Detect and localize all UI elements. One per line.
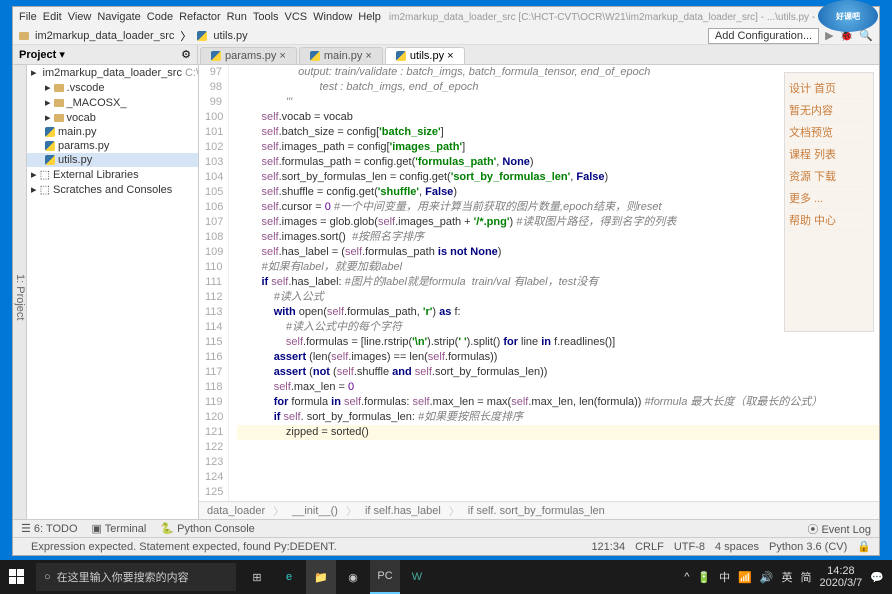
menu-window[interactable]: Window [313, 11, 352, 23]
chrome-icon[interactable]: ◉ [338, 560, 368, 594]
explorer-icon[interactable]: 📁 [306, 560, 336, 594]
interpreter[interactable]: Python 3.6 (CV) [769, 541, 847, 553]
line-sep[interactable]: CRLF [635, 541, 664, 553]
encoding[interactable]: UTF-8 [674, 541, 705, 553]
ide-window: File Edit View Navigate Code Refactor Run Tools… [12, 6, 880, 556]
lock-icon: 🔒 [857, 540, 871, 553]
project-dropdown[interactable]: Project ▾ [19, 48, 65, 61]
python-console-tool[interactable]: 🐍 Python Console [160, 522, 254, 535]
task-view-icon[interactable]: ⊞ [242, 560, 272, 594]
bottom-toolbar: ☰ 6: TODO ▣ Terminal 🐍 Python Console ⦿ … [13, 519, 879, 537]
tree-im2markup_data_loader_src[interactable]: ▸ im2markup_data_loader_src C:\HC [27, 65, 198, 80]
folder-icon [19, 32, 29, 40]
editor[interactable]: 9798991001011021031041051061071081091101… [199, 65, 879, 519]
gutter: 9798991001011021031041051061071081091101… [199, 65, 229, 501]
tree-utils-py[interactable]: utils.py [27, 153, 198, 167]
tab-params-py[interactable]: params.py × [200, 47, 297, 64]
menu-help[interactable]: Help [358, 11, 381, 23]
tool-project[interactable]: 1: Project [14, 274, 26, 320]
menu-view[interactable]: View [68, 11, 92, 23]
tray-up-icon[interactable]: ^ [684, 571, 689, 583]
window-title: im2markup_data_loader_src [C:\HCT-CVT\OC… [389, 12, 873, 23]
menu-code[interactable]: Code [147, 11, 173, 23]
breadcrumb-dir[interactable]: im2markup_data_loader_src [35, 30, 174, 42]
search-icon[interactable]: 🔍 [859, 29, 873, 42]
run-icon[interactable]: ▶ [825, 29, 833, 42]
tree-External-Libraries[interactable]: ▸ ⬚ External Libraries [27, 167, 198, 182]
caret-pos[interactable]: 121:34 [591, 541, 625, 553]
todo-tool[interactable]: ☰ 6: TODO [21, 522, 78, 535]
side-panel-overlay: 设计 首页暂无内容文档预览课程 列表资源 下载更多 ...帮助 中心 [784, 72, 874, 332]
clock[interactable]: 14:282020/3/7 [819, 565, 862, 589]
nav-crumb[interactable]: __init__() [292, 505, 338, 517]
tree-vocab[interactable]: ▸ vocab [27, 110, 198, 125]
menu-vcs[interactable]: VCS [285, 11, 308, 23]
word-icon[interactable]: W [402, 560, 432, 594]
menu-run[interactable]: Run [227, 11, 247, 23]
event-log-tool[interactable]: ⦿ Event Log [807, 521, 871, 537]
status-bar: Expression expected. Statement expected,… [13, 537, 879, 555]
nav-crumb[interactable]: if self. sort_by_formulas_len [468, 505, 605, 517]
tab-utils-py[interactable]: utils.py × [385, 47, 465, 64]
search-icon: ○ [44, 571, 51, 583]
pycharm-icon[interactable]: PC [370, 560, 400, 594]
tree-params-py[interactable]: params.py [27, 139, 198, 153]
start-button[interactable] [0, 560, 34, 594]
indent[interactable]: 4 spaces [715, 541, 759, 553]
edge-icon[interactable]: e [274, 560, 304, 594]
tree-Scratches-and-Consoles[interactable]: ▸ ⬚ Scratches and Consoles [27, 182, 198, 197]
menu-refactor[interactable]: Refactor [179, 11, 221, 23]
menubar: File Edit View Navigate Code Refactor Run Tools… [13, 7, 879, 27]
watermark-logo: 好课吧 [818, 0, 878, 32]
terminal-tool[interactable]: ▣ Terminal [92, 522, 147, 535]
add-configuration-button[interactable]: Add Configuration... [708, 28, 819, 44]
breadcrumb: im2markup_data_loader_src 〉 utils.py Add… [13, 27, 879, 45]
taskbar-search[interactable]: ○ 在这里输入你要搜索的内容 [36, 563, 236, 591]
menu-tools[interactable]: Tools [253, 11, 279, 23]
left-tool-strip: 1: Project 7: Structure 2: Favorites [13, 65, 27, 519]
status-message: Expression expected. Statement expected,… [31, 541, 337, 553]
tree--vscode[interactable]: ▸ .vscode [27, 80, 198, 95]
nav-crumb[interactable]: data_loader [207, 505, 265, 517]
windows-taskbar: ○ 在这里输入你要搜索的内容 ⊞ e 📁 ◉ PC W ^ 🔋中📶🔊 英简 14… [0, 560, 892, 594]
menu-edit[interactable]: Edit [43, 11, 62, 23]
code-breadcrumb[interactable]: data_loader〉__init__()〉if self.has_label… [199, 501, 879, 519]
source-code[interactable]: output: train/validate : batch_imgs, bat… [229, 65, 879, 501]
tree-main-py[interactable]: main.py [27, 125, 198, 139]
tab-main-py[interactable]: main.py × [299, 47, 383, 64]
python-icon [197, 31, 207, 41]
breadcrumb-file[interactable]: utils.py [213, 30, 247, 42]
system-tray[interactable]: ^ 🔋中📶🔊 英简 14:282020/3/7 💬 [676, 565, 892, 589]
menu-file[interactable]: File [19, 11, 37, 23]
menu-navigate[interactable]: Navigate [97, 11, 140, 23]
project-tree[interactable]: ▸ im2markup_data_loader_src C:\HC▸ .vsco… [27, 65, 199, 519]
tree-_MACOSX_[interactable]: ▸ _MACOSX_ [27, 95, 198, 110]
tab-row: Project ▾ ⚙ params.py ×main.py ×utils.py… [13, 45, 879, 65]
nav-crumb[interactable]: if self.has_label [365, 505, 441, 517]
gear-icon[interactable]: ⚙ [181, 48, 191, 61]
